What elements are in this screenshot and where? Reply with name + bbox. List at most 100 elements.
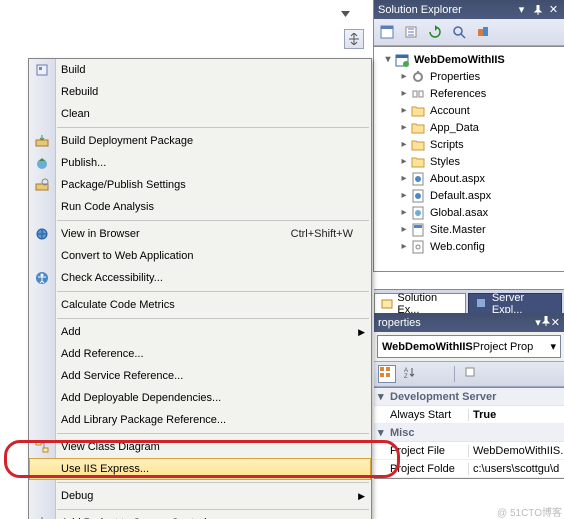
collapse-icon[interactable]: ▾	[382, 54, 394, 65]
tree-item-label: Scripts	[430, 139, 464, 151]
watermark: @ 51CTO博客	[497, 504, 562, 519]
pin-icon[interactable]	[541, 316, 551, 329]
properties-object-combo[interactable]: WebDemoWithIIS Project Prop ▾	[377, 335, 561, 358]
menu-item[interactable]: View Class Diagram	[29, 436, 371, 458]
menu-item[interactable]: Package/Publish Settings	[29, 174, 371, 196]
menu-item[interactable]: Add Service Reference...	[29, 365, 371, 387]
tree-item[interactable]: ▸App_Data	[374, 119, 564, 136]
tree-item[interactable]: ▸ References	[374, 85, 564, 102]
menu-item[interactable]: Add ▶	[29, 321, 371, 343]
menu-separator	[57, 482, 369, 483]
prop-project-file[interactable]: Project File WebDemoWithIIS.	[374, 442, 564, 460]
expand-icon[interactable]: ▸	[398, 241, 410, 252]
folder-icon	[410, 138, 426, 152]
expand-icon[interactable]: ▸	[398, 156, 410, 167]
expand-icon[interactable]: ▸	[398, 207, 410, 218]
tab-solution-explorer[interactable]: Solution Ex...	[374, 293, 466, 314]
menu-item-label: Build	[61, 64, 85, 76]
close-icon[interactable]: ✕	[551, 316, 560, 329]
menu-item-label: Add Deployable Dependencies...	[61, 392, 221, 404]
prop-project-folder[interactable]: Project Folde c:\users\scottgu\d	[374, 460, 564, 478]
menu-item[interactable]: View in BrowserCtrl+Shift+W	[29, 223, 371, 245]
resize-handle-icon[interactable]	[344, 29, 364, 49]
tree-item-label: References	[430, 88, 486, 100]
dropdown-icon[interactable]: ▾	[515, 3, 528, 16]
menu-item-label: Add	[61, 326, 81, 338]
tree-item-label: Global.asax	[430, 207, 488, 219]
alphabetical-icon[interactable]: AZ	[402, 365, 420, 383]
tree-item[interactable]: ▸Default.aspx	[374, 187, 564, 204]
menu-separator	[57, 433, 369, 434]
expand-icon[interactable]: ▸	[398, 105, 410, 116]
menu-item-label: Clean	[61, 108, 90, 120]
expand-icon[interactable]: ▸	[398, 71, 410, 82]
expand-icon[interactable]: ▸	[398, 122, 410, 133]
submenu-arrow-icon: ▶	[358, 327, 365, 338]
tree-item[interactable]: ▸Web.config	[374, 238, 564, 255]
menu-item[interactable]: Rebuild	[29, 81, 371, 103]
categorized-icon[interactable]	[378, 365, 396, 383]
prop-key: Project Folde	[374, 463, 469, 475]
menu-item[interactable]: Add Library Package Reference...	[29, 409, 371, 431]
tree-item[interactable]: ▸ Styles	[374, 153, 564, 170]
dropdown-indicator-icon[interactable]	[340, 8, 351, 19]
prop-value[interactable]: True	[469, 409, 564, 421]
prop-key: Always Start	[374, 409, 469, 421]
config-icon	[410, 240, 426, 254]
tree-item[interactable]: ▸Properties	[374, 68, 564, 85]
solution-explorer-title: Solution Explorer ▾ ✕	[374, 0, 564, 19]
close-icon[interactable]: ✕	[547, 3, 560, 16]
menu-item[interactable]: Publish...	[29, 152, 371, 174]
menu-item[interactable]: Use IIS Express...	[29, 458, 371, 480]
expand-icon[interactable]: ▸	[398, 190, 410, 201]
menu-item[interactable]: Build	[29, 59, 371, 81]
menu-item[interactable]: Run Code Analysis	[29, 196, 371, 218]
source-control-icon	[33, 514, 51, 519]
project-node[interactable]: ▾ WebDemoWithIIS	[374, 51, 564, 68]
prop-always-start[interactable]: Always Start True	[374, 406, 564, 424]
tree-item[interactable]: ▸Account	[374, 102, 564, 119]
expand-icon[interactable]: ▸	[398, 173, 410, 184]
tab-server-explorer[interactable]: Server Expl...	[468, 293, 562, 314]
svg-text:Z: Z	[404, 374, 408, 378]
menu-item[interactable]: Build Deployment Package	[29, 130, 371, 152]
menu-item[interactable]: Check Accessibility...	[29, 267, 371, 289]
tree-item[interactable]: ▸About.aspx	[374, 170, 564, 187]
menu-item-label: Debug	[61, 490, 93, 502]
menu-item[interactable]: Add Project to Source Control...	[29, 512, 371, 519]
menu-item-label: Add Library Package Reference...	[61, 414, 226, 426]
pin-icon[interactable]	[531, 3, 544, 16]
show-all-icon[interactable]	[402, 23, 420, 41]
menu-item[interactable]: Calculate Code Metrics	[29, 294, 371, 316]
expand-icon[interactable]: ▸	[398, 88, 410, 99]
category-misc[interactable]: ▾Misc	[374, 424, 564, 442]
menu-item-label: View Class Diagram	[61, 441, 160, 453]
view-code-icon[interactable]	[450, 23, 468, 41]
solution-tree[interactable]: ▾ WebDemoWithIIS ▸Properties▸References▸…	[374, 46, 564, 272]
tree-item-label: Styles	[430, 156, 460, 168]
refresh-icon[interactable]	[426, 23, 444, 41]
menu-item[interactable]: Clean	[29, 103, 371, 125]
master-icon	[410, 223, 426, 237]
folder-icon	[410, 155, 426, 169]
menu-item[interactable]: Debug ▶	[29, 485, 371, 507]
property-pages-icon[interactable]	[463, 365, 481, 383]
expand-icon[interactable]: ▸	[398, 224, 410, 235]
menu-item[interactable]: Add Reference...	[29, 343, 371, 365]
submenu-arrow-icon: ▶	[358, 491, 365, 502]
properties-title: roperties ▾ ✕	[374, 313, 564, 332]
tree-item[interactable]: ▸Site.Master	[374, 221, 564, 238]
expand-icon[interactable]: ▸	[398, 139, 410, 150]
tree-item[interactable]: ▸ Scripts	[374, 136, 564, 153]
accessibility-icon	[33, 269, 51, 287]
tree-item[interactable]: ▸ Global.asax	[374, 204, 564, 221]
menu-item-label: View in Browser	[61, 228, 140, 240]
combo-rest: Project Prop	[473, 341, 534, 353]
menu-item[interactable]: Add Deployable Dependencies...	[29, 387, 371, 409]
menu-item[interactable]: Convert to Web Application	[29, 245, 371, 267]
category-dev-server[interactable]: ▾Development Server	[374, 388, 564, 406]
properties-icon[interactable]	[378, 23, 396, 41]
tool-window-tabs: Solution Ex... Server Expl...	[374, 289, 564, 314]
view-designer-icon[interactable]	[474, 23, 492, 41]
property-grid[interactable]: ▾Development Server Always Start True ▾M…	[374, 387, 564, 479]
